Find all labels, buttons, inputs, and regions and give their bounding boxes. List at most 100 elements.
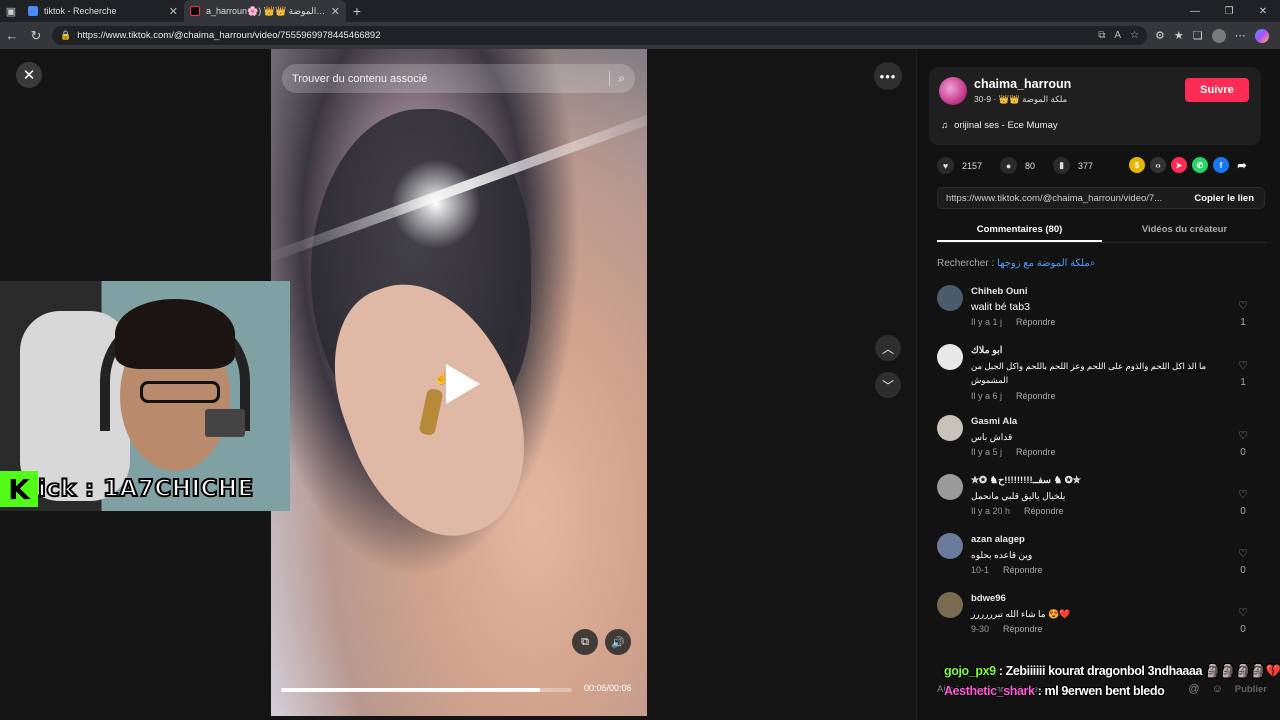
commenter-avatar[interactable] — [937, 592, 963, 618]
comment-like-count: 0 — [1240, 624, 1246, 635]
chat-username: gojo_px9 — [944, 664, 996, 678]
heart-outline-icon[interactable]: ♡ — [1235, 488, 1251, 501]
reply-button[interactable]: Répondre — [1016, 447, 1056, 457]
embed-icon[interactable]: ‹› — [1150, 157, 1166, 173]
open-in-app-icon[interactable]: ⧉ — [1098, 30, 1105, 41]
save-count: 377 — [1078, 160, 1094, 171]
reply-button[interactable]: Répondre — [1003, 624, 1043, 634]
whatsapp-icon[interactable]: ✆ — [1192, 157, 1208, 173]
comment-time: Il y a 1 j — [971, 317, 1003, 327]
comment-time: 9-30 — [971, 624, 990, 634]
back-icon[interactable]: ← — [0, 24, 24, 48]
tab-title: tiktok - Recherche — [44, 6, 117, 16]
share-link-url[interactable]: https://www.tiktok.com/@chaima_harroun/v… — [938, 193, 1184, 204]
browser-tab-bar: ▣ tiktok - Recherche ✕ a_harroun🌸) 👑👑 مل… — [0, 0, 1280, 22]
read-aloud-icon[interactable]: A — [1114, 30, 1121, 41]
music-title: orijinal ses - Ece Mumay — [954, 120, 1058, 131]
close-tab-icon[interactable]: ✕ — [331, 5, 340, 18]
comment-like-count: 1 — [1240, 377, 1246, 388]
commenter-name[interactable]: azan alagep — [971, 534, 1025, 545]
address-bar[interactable]: 🔒 https://www.tiktok.com/@chaima_harroun… — [52, 26, 1147, 45]
related-search-placeholder: Trouver du contenu associé — [292, 72, 428, 85]
commenter-name[interactable]: Chiheb Ouni — [971, 286, 1027, 297]
more-options-button[interactable]: ••• — [874, 62, 902, 90]
facebook-icon[interactable]: f — [1213, 157, 1229, 173]
comment-text: ما الذ اكل اللحم والذوم على اللحم وعز ال… — [971, 361, 1207, 385]
save-button[interactable]: ▮ 377 — [1053, 157, 1093, 174]
close-video-button[interactable]: ✕ — [16, 62, 42, 88]
like-count: 2157 — [962, 160, 983, 171]
collections-icon[interactable]: ❏ — [1193, 29, 1203, 42]
video-player[interactable]: Trouver du contenu associé ⌕ ☝ 00:06/00:… — [271, 49, 647, 716]
related-search-query[interactable]: ملكة الموضة مع زوجها — [997, 258, 1090, 269]
music-link[interactable]: ♫ orijinal ses - Ece Mumay — [941, 120, 1058, 131]
commenter-avatar[interactable] — [937, 474, 963, 500]
menu-dots-icon[interactable]: ⋯ — [1235, 29, 1246, 42]
restore-icon[interactable]: ❐ — [1212, 0, 1246, 22]
close-window-icon[interactable]: ✕ — [1246, 0, 1280, 22]
heart-outline-icon[interactable]: ♡ — [1235, 429, 1251, 442]
comment-item: Gasmi Ala قداش باس Il y a 5 j Répondre ♡ … — [937, 415, 1267, 474]
commenter-name[interactable]: ابو ملاك — [971, 345, 1002, 356]
minimize-icon[interactable]: — — [1178, 0, 1212, 22]
commenter-name[interactable]: Gasmi Ala — [971, 416, 1017, 427]
refresh-icon[interactable]: ↻ — [24, 24, 48, 48]
related-search[interactable]: Rechercher : ملكة الموضة مع زوجها⌕ — [937, 258, 1095, 269]
comment-meta: 10-1 Répondre — [971, 565, 1043, 575]
volume-icon[interactable]: 🔊 — [605, 629, 631, 655]
lock-icon[interactable]: 🔒 — [60, 30, 71, 41]
video-frame-light-flare — [391, 159, 481, 249]
reply-button[interactable]: Répondre — [1016, 391, 1056, 401]
comment-item: Chiheb Ouni walit bé tab3 Il y a 1 j Répo… — [937, 285, 1267, 344]
phone — [205, 409, 245, 437]
tab-creator-videos[interactable]: Vidéos du créateur — [1102, 217, 1267, 242]
window-controls: — ❐ ✕ — [1178, 0, 1280, 22]
copilot-icon[interactable] — [1254, 28, 1269, 43]
tab-comments[interactable]: Commentaires (80) — [937, 217, 1102, 242]
profile-avatar[interactable] — [1211, 28, 1226, 43]
comment-like-count: 1 — [1240, 317, 1246, 328]
like-button[interactable]: ♥ 2157 — [937, 157, 982, 174]
reply-button[interactable]: Répondre — [1003, 565, 1043, 575]
heart-outline-icon[interactable]: ♡ — [1235, 547, 1251, 560]
coin-icon[interactable]: $ — [1129, 157, 1145, 173]
commenter-name[interactable]: bdwe96 — [971, 593, 1006, 604]
new-tab-button[interactable]: + — [346, 0, 368, 22]
browser-tab-search[interactable]: tiktok - Recherche ✕ — [22, 0, 184, 22]
favorites-icon[interactable]: ★ — [1174, 29, 1184, 42]
video-progress-bar[interactable] — [281, 688, 572, 692]
share-arrow-icon[interactable]: ➦ — [1234, 157, 1250, 173]
url-text[interactable]: https://www.tiktok.com/@chaima_harroun/v… — [77, 30, 1089, 41]
comment-button[interactable]: ● 80 — [1000, 157, 1035, 174]
previous-video-button[interactable]: ︿ — [875, 335, 901, 361]
tab-actions-icon[interactable]: ▣ — [0, 0, 22, 22]
close-tab-icon[interactable]: ✕ — [169, 5, 178, 18]
heart-outline-icon[interactable]: ♡ — [1235, 359, 1251, 372]
favorite-star-icon[interactable]: ☆ — [1130, 30, 1139, 41]
commenter-avatar[interactable] — [937, 285, 963, 311]
follow-button[interactable]: Suivre — [1185, 78, 1249, 102]
picture-in-picture-icon[interactable]: ⧉ — [572, 629, 598, 655]
chat-username: Aesthetic_shark — [944, 684, 1035, 698]
commenter-avatar[interactable] — [937, 415, 963, 441]
related-content-search[interactable]: Trouver du contenu associé ⌕ — [282, 64, 635, 93]
reply-button[interactable]: Répondre — [1024, 506, 1064, 516]
copy-link-button[interactable]: Copier le lien — [1184, 193, 1264, 204]
creator-username[interactable]: chaima_harroun — [974, 77, 1071, 91]
heart-outline-icon[interactable]: ♡ — [1235, 606, 1251, 619]
send-icon[interactable]: ➤ — [1171, 157, 1187, 173]
play-icon[interactable] — [446, 364, 480, 404]
creator-avatar[interactable] — [939, 77, 967, 105]
browser-tab-tiktok[interactable]: a_harroun🌸) 👑👑 ملكة الموضة ✕ — [184, 0, 346, 22]
search-icon[interactable]: ⌕ — [609, 71, 625, 86]
comment-time: 10-1 — [971, 565, 990, 575]
commenter-name[interactable]: ✮✪ ♞سفــ!!!!!!!!!ح ♞ ✪✮ — [971, 475, 1081, 486]
reply-button[interactable]: Répondre — [1016, 317, 1056, 327]
heart-outline-icon[interactable]: ♡ — [1235, 299, 1251, 312]
search-favicon-icon — [28, 6, 38, 16]
commenter-avatar[interactable] — [937, 344, 963, 370]
extension-icon[interactable]: ⚙ — [1155, 29, 1165, 42]
heart-icon: ♥ — [937, 157, 954, 174]
next-video-button[interactable]: ﹀ — [875, 372, 901, 398]
commenter-avatar[interactable] — [937, 533, 963, 559]
